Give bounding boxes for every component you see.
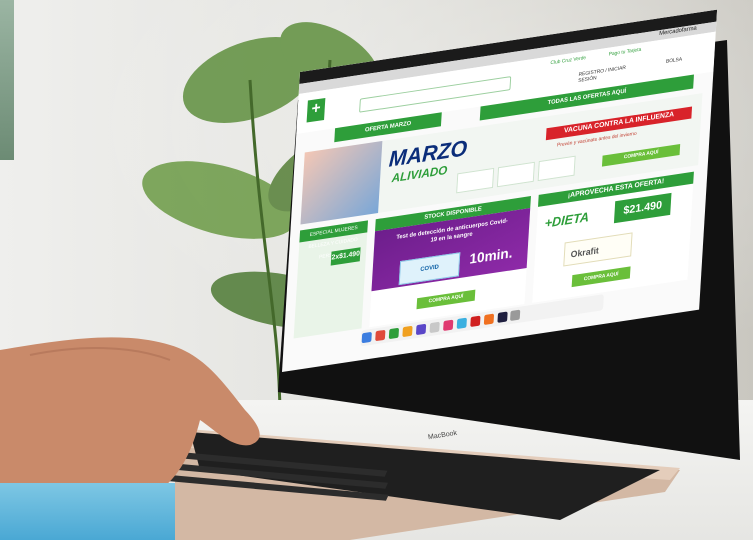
photo-scene: Mercadofarma + Club Cruz Verde Pago tu T…: [0, 0, 753, 540]
blue-inset-image: [0, 483, 175, 540]
hand: [0, 337, 260, 507]
